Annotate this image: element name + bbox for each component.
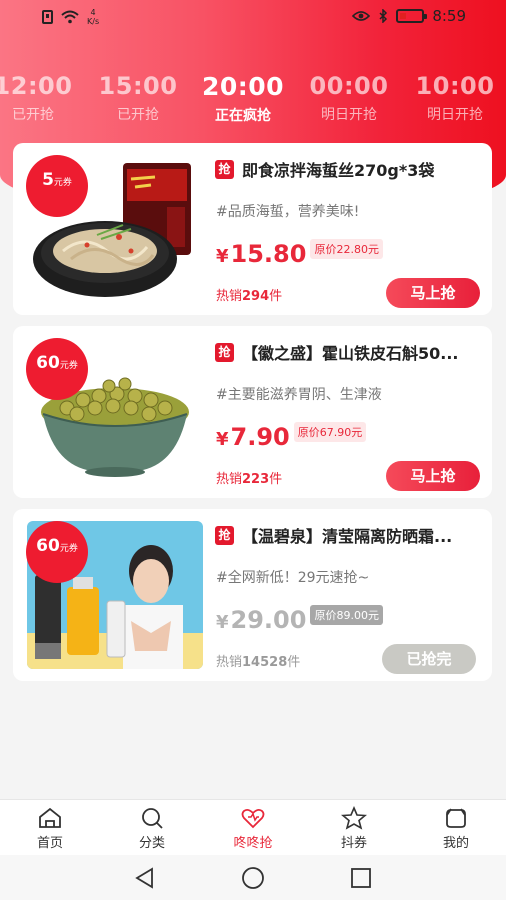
bottom-nav: 首页 分类 咚咚抢 抖券 我的 — [0, 799, 506, 855]
nav-label: 咚咚抢 — [233, 836, 273, 851]
product-card[interactable]: 60元券 抢 【温碧泉】清莹隔离防晒霜... #全网新低！29元速抢~ ¥29.… — [13, 509, 492, 681]
profile-icon — [446, 808, 466, 828]
product-price: ¥7.90 — [216, 422, 290, 455]
grab-badge: 抢 — [215, 525, 234, 545]
price-value: 7.90 — [230, 423, 290, 451]
tab-status: 已开抢 — [117, 107, 159, 123]
coupon-unit: 元券 — [59, 361, 78, 371]
original-price: 原价89.00元 — [310, 605, 383, 625]
coupon-badge: 60元券 — [26, 338, 88, 400]
back-icon[interactable] — [133, 866, 157, 890]
sold-count: 热销223件 — [216, 468, 282, 487]
sold-out-button[interactable]: 已抢完 — [382, 644, 476, 674]
nav-coupons[interactable]: 抖券 — [314, 806, 394, 851]
currency-symbol: ¥ — [216, 246, 229, 267]
original-price: 原价22.80元 — [310, 239, 383, 259]
coupon-value: 5 — [42, 170, 54, 190]
nav-label: 分类 — [138, 836, 165, 851]
tab-time: 10:00 — [415, 72, 495, 100]
product-price: ¥15.80 — [216, 239, 306, 272]
product-title[interactable]: 【徽之盛】霍山铁皮石斛50... — [242, 340, 459, 364]
sold-count: 热销14528件 — [216, 651, 300, 670]
nav-category[interactable]: 分类 — [112, 806, 192, 851]
star-icon — [341, 806, 367, 830]
grab-badge: 抢 — [215, 342, 234, 362]
sold-count: 热销294件 — [216, 285, 282, 304]
tab-time: 15:00 — [98, 72, 178, 100]
tab-status: 正在疯抢 — [215, 108, 271, 124]
sold-unit: 件 — [269, 472, 283, 487]
price-value: 15.80 — [230, 240, 307, 268]
net-speed: 4 K/s — [87, 8, 99, 26]
original-price: 原价67.90元 — [293, 422, 367, 442]
wifi-icon — [61, 10, 79, 24]
eye-icon — [352, 11, 371, 21]
home-icon — [39, 807, 61, 828]
bluetooth-icon — [379, 9, 388, 23]
status-bar: 4 K/s 8:59 — [0, 0, 506, 34]
sold-number: 294 — [242, 289, 270, 304]
tab-2000[interactable]: 20:00 正在疯抢 — [193, 72, 293, 125]
tab-1000[interactable]: 10:00 明日开抢 — [405, 72, 505, 124]
tab-status: 明日开抢 — [427, 107, 483, 123]
coupon-badge: 60元券 — [26, 521, 88, 583]
tab-status: 明日开抢 — [321, 107, 377, 123]
sold-label: 热销 — [216, 289, 243, 304]
product-price: ¥29.00 — [216, 605, 306, 638]
sold-unit: 件 — [269, 289, 283, 304]
nav-label: 首页 — [36, 836, 63, 851]
price-value: 29.00 — [230, 606, 307, 634]
sold-label: 热销 — [216, 655, 243, 670]
product-card[interactable]: 60元券 抢 【徽之盛】霍山铁皮石斛50... #主要能滋养胃阴、生津液 ¥7.… — [13, 326, 492, 498]
product-title[interactable]: 即食凉拌海蜇丝270g*3袋 — [242, 157, 434, 181]
recents-square-icon[interactable] — [349, 866, 373, 890]
currency-symbol: ¥ — [216, 429, 229, 450]
tab-1500[interactable]: 15:00 已开抢 — [88, 72, 188, 124]
buy-now-button[interactable]: 马上抢 — [386, 278, 480, 308]
coupon-value: 60 — [36, 353, 60, 373]
tab-time: 12:00 — [0, 72, 73, 100]
product-desc: #主要能滋养胃阴、生津液 — [216, 387, 382, 403]
nav-label: 我的 — [442, 836, 469, 851]
heart-icon — [241, 808, 265, 829]
nav-flash-sale[interactable]: 咚咚抢 — [213, 806, 293, 851]
coupon-value: 60 — [36, 536, 60, 556]
nav-label: 抖券 — [340, 836, 367, 851]
tab-time: 00:00 — [309, 72, 389, 100]
time-tabs: 12:00 已开抢 15:00 已开抢 20:00 正在疯抢 00:00 明日开… — [0, 72, 506, 132]
net-speed-unit: K/s — [87, 17, 100, 26]
sim-icon — [42, 10, 53, 24]
sold-number: 223 — [242, 472, 270, 487]
sold-label: 热销 — [216, 472, 243, 487]
home-circle-icon[interactable] — [241, 866, 265, 890]
currency-symbol: ¥ — [216, 612, 229, 633]
system-nav-bar — [0, 855, 506, 900]
grab-badge: 抢 — [215, 159, 234, 179]
product-card[interactable]: 5元券 抢 即食凉拌海蜇丝270g*3袋 #品质海蜇，营养美味! ¥15.80 … — [13, 143, 492, 315]
product-title[interactable]: 【温碧泉】清莹隔离防晒霜... — [242, 523, 452, 547]
nav-home[interactable]: 首页 — [10, 806, 90, 851]
sold-number: 14528 — [242, 655, 288, 670]
coupon-badge: 5元券 — [26, 155, 88, 217]
coupon-unit: 元券 — [59, 544, 78, 554]
tab-status: 已开抢 — [12, 107, 54, 123]
tab-1200[interactable]: 12:00 已开抢 — [0, 72, 83, 124]
sold-unit: 件 — [287, 655, 301, 670]
clock: 8:59 — [432, 7, 466, 25]
tab-time: 20:00 — [201, 72, 285, 101]
tab-0000[interactable]: 00:00 明日开抢 — [299, 72, 399, 124]
battery-icon — [396, 9, 428, 23]
buy-now-button[interactable]: 马上抢 — [386, 461, 480, 491]
coupon-unit: 元券 — [53, 178, 72, 188]
product-desc: #全网新低！29元速抢~ — [216, 570, 370, 586]
search-icon — [142, 808, 163, 829]
product-desc: #品质海蜇，营养美味! — [216, 204, 360, 220]
net-speed-value: 4 — [90, 8, 96, 17]
nav-profile[interactable]: 我的 — [416, 806, 496, 851]
